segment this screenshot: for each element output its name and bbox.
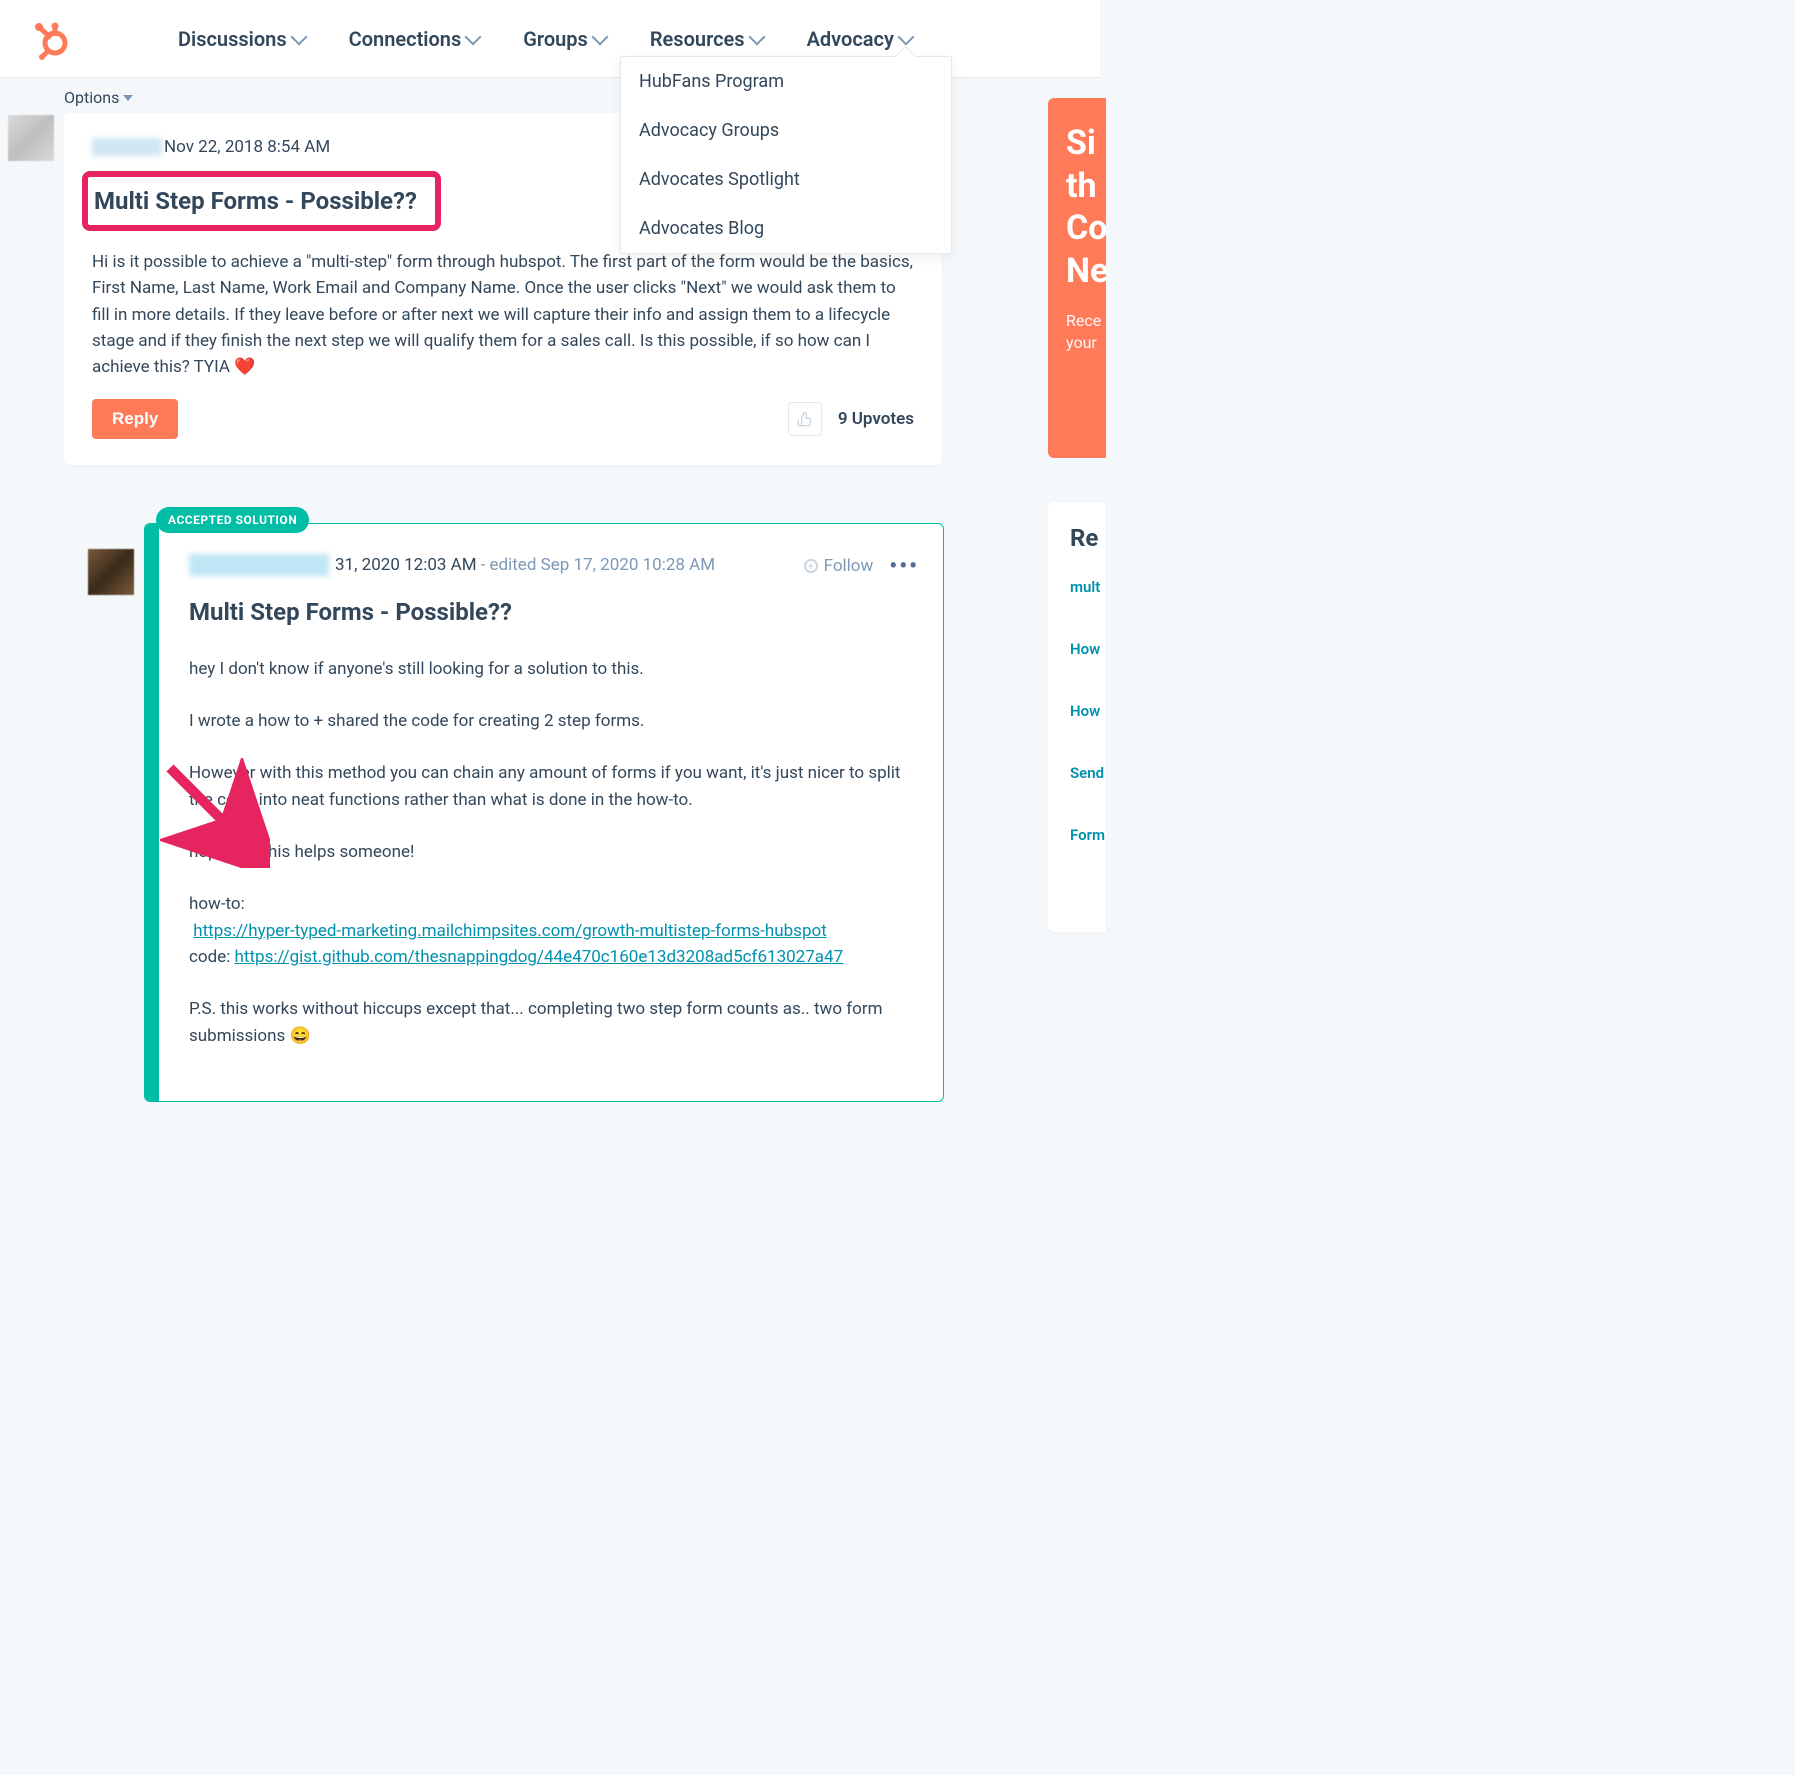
solution-author-redacted (189, 554, 329, 576)
reply-button[interactable]: Reply (92, 399, 178, 439)
nav-items: Discussions Connections Groups Resources… (178, 27, 912, 51)
related-link[interactable]: How (1070, 640, 1106, 658)
hubspot-logo[interactable] (28, 18, 68, 60)
chevron-down-icon (465, 28, 482, 45)
code-label: code: (189, 947, 235, 967)
related-heading: Re (1070, 524, 1106, 552)
advocacy-dropdown: HubFans Program Advocacy Groups Advocate… (620, 56, 952, 254)
solution-card: + Follow ••• 31, 2020 12:03 AM - edited … (144, 523, 944, 1102)
upvote-button[interactable] (788, 402, 822, 436)
chevron-down-icon (123, 95, 133, 101)
solution-body: hey I don't know if anyone's still looki… (189, 656, 915, 1049)
solution-date: 31, 2020 12:03 AM (335, 555, 477, 575)
nav-resources[interactable]: Resources (650, 27, 763, 51)
dropdown-advocates-spotlight[interactable]: Advocates Spotlight (621, 155, 951, 204)
dropdown-hubfans[interactable]: HubFans Program (621, 57, 951, 106)
post-body: Hi is it possible to achieve a "multi-st… (92, 249, 914, 381)
follow-button[interactable]: + Follow (804, 556, 874, 576)
dropdown-advocacy-groups[interactable]: Advocacy Groups (621, 106, 951, 155)
cta-heading: Si th Co Ne (1066, 122, 1106, 292)
cta-subtext: Rece your (1066, 310, 1106, 355)
chevron-down-icon (748, 28, 765, 45)
sidebar-cta-card[interactable]: Si th Co Ne Rece your (1048, 98, 1106, 458)
post-date: Nov 22, 2018 8:54 AM (164, 137, 330, 157)
follow-label: Follow (824, 556, 874, 576)
title-highlight-annotation: Multi Step Forms - Possible?? (82, 171, 441, 231)
sidebar-related-panel: Re mult How How Send Form (1048, 502, 1106, 932)
chevron-down-icon (290, 28, 307, 45)
solution-edited: - edited Sep 17, 2020 10:28 AM (481, 555, 716, 575)
solution-title: Multi Step Forms - Possible?? (189, 598, 915, 626)
related-link[interactable]: Form (1070, 826, 1106, 844)
related-link[interactable]: How (1070, 702, 1106, 720)
right-sidebar: Si th Co Ne Rece your Re mult How How Se… (1048, 98, 1106, 932)
nav-discussions[interactable]: Discussions (178, 27, 305, 51)
howto-link[interactable]: https://hyper-typed-marketing.mailchimps… (193, 921, 827, 941)
code-link[interactable]: https://gist.github.com/thesnappingdog/4… (235, 947, 844, 967)
post-title: Multi Step Forms - Possible?? (94, 187, 417, 215)
related-link[interactable]: mult (1070, 578, 1106, 596)
upvote-count: 9 Upvotes (838, 409, 914, 429)
options-label: Options (64, 88, 119, 107)
nav-connections[interactable]: Connections (349, 27, 480, 51)
chevron-down-icon (897, 28, 914, 45)
accepted-solution-badge: ACCEPTED SOLUTION (156, 507, 309, 533)
plus-circle-icon: + (804, 559, 818, 573)
top-navbar: Discussions Connections Groups Resources… (0, 0, 1100, 78)
nav-advocacy[interactable]: Advocacy (807, 27, 912, 51)
more-options-icon[interactable]: ••• (889, 554, 919, 579)
author-avatar[interactable] (8, 115, 54, 161)
dropdown-advocates-blog[interactable]: Advocates Blog (621, 204, 951, 253)
solution-author-avatar[interactable] (88, 549, 134, 595)
chevron-down-icon (591, 28, 608, 45)
author-name-redacted (92, 138, 162, 156)
related-link[interactable]: Send (1070, 764, 1106, 782)
howto-label: how-to: (189, 894, 245, 914)
nav-groups[interactable]: Groups (523, 27, 606, 51)
